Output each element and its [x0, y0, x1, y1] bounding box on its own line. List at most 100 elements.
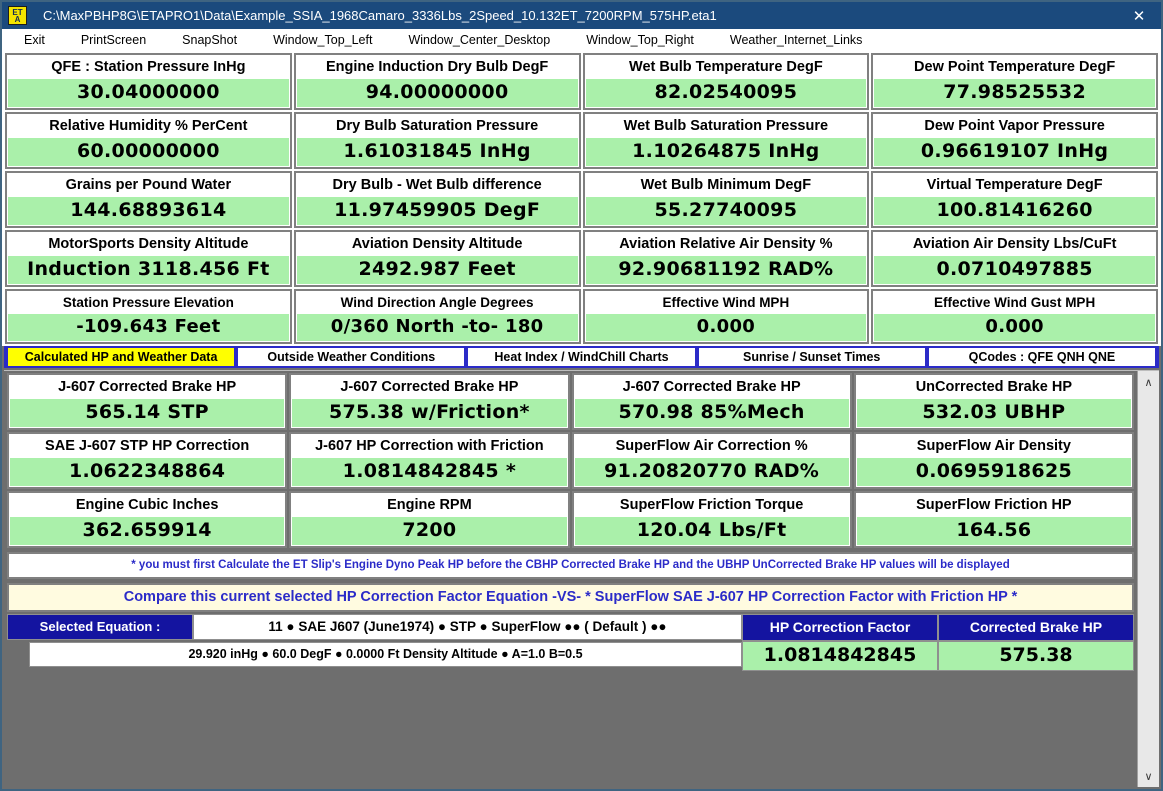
- field-virtual-temperature[interactable]: Virtual Temperature DegF 100.81416260: [871, 171, 1158, 228]
- field-label: SuperFlow Friction HP: [856, 494, 1131, 517]
- field-effective-wind-mph[interactable]: Effective Wind MPH 0.000: [582, 289, 870, 344]
- tab-qcodes[interactable]: QCodes : QFE QNH QNE: [928, 348, 1156, 366]
- weather-row-1: QFE : Station Pressure InHg 30.04000000 …: [4, 53, 1159, 112]
- field-superflow-air-correction[interactable]: SuperFlow Air Correction % 91.20820770 R…: [571, 432, 852, 489]
- field-value: -109.643 Feet: [8, 314, 289, 341]
- field-station-pressure-elevation[interactable]: Station Pressure Elevation -109.643 Feet: [5, 289, 292, 344]
- close-icon[interactable]: ✕: [1117, 2, 1161, 29]
- field-label: Aviation Air Density Lbs/CuFt: [874, 233, 1155, 256]
- field-label: Engine Cubic Inches: [10, 494, 285, 517]
- tab-sunrise-sunset-times[interactable]: Sunrise / Sunset Times: [698, 348, 925, 366]
- field-value: 91.20820770 RAD%: [574, 458, 849, 486]
- app-icon-line2: A: [14, 14, 21, 24]
- scroll-up-icon[interactable]: ∧: [1138, 371, 1159, 393]
- field-value: 30.04000000: [8, 79, 289, 107]
- weather-row-3: Grains per Pound Water 144.68893614 Dry …: [4, 171, 1159, 230]
- field-aviation-relative-air-density[interactable]: Aviation Relative Air Density % 92.90681…: [582, 230, 870, 287]
- field-aviation-density-altitude[interactable]: Aviation Density Altitude 2492.987 Feet: [293, 230, 581, 287]
- menu-item-exit[interactable]: Exit: [24, 33, 45, 47]
- equation-left: Selected Equation : 11 ● SAE J607 (June1…: [7, 614, 742, 671]
- menu-item-snapshot[interactable]: SnapShot: [182, 33, 237, 47]
- equation-area: Selected Equation : 11 ● SAE J607 (June1…: [7, 614, 1134, 671]
- field-label: SAE J-607 STP HP Correction: [10, 435, 285, 458]
- field-label: Wet Bulb Temperature DegF: [585, 56, 867, 79]
- field-value: 77.98525532: [874, 79, 1155, 107]
- field-value: Induction 3118.456 Ft: [8, 256, 289, 284]
- field-j607-corrected-brake-hp-stp[interactable]: J-607 Corrected Brake HP 565.14 STP: [7, 373, 288, 430]
- field-dew-point-vapor-pressure[interactable]: Dew Point Vapor Pressure 0.96619107 InHg: [871, 112, 1158, 169]
- field-wet-bulb-temperature[interactable]: Wet Bulb Temperature DegF 82.02540095: [582, 53, 870, 110]
- field-sae-j607-stp-hp-correction[interactable]: SAE J-607 STP HP Correction 1.0622348864: [7, 432, 288, 489]
- hp-results-panel: J-607 Corrected Brake HP 565.14 STP J-60…: [4, 371, 1137, 787]
- field-j607-corrected-brake-hp-friction[interactable]: J-607 Corrected Brake HP 575.38 w/Fricti…: [289, 373, 570, 430]
- field-value: 11.97459905 DegF: [296, 197, 578, 225]
- tab-strip: Calculated HP and Weather Data Outside W…: [4, 346, 1159, 368]
- menu-item-window-top-left[interactable]: Window_Top_Left: [273, 33, 372, 47]
- field-motorsports-density-altitude[interactable]: MotorSports Density Altitude Induction 3…: [5, 230, 292, 287]
- field-dry-bulb-wet-bulb-difference[interactable]: Dry Bulb - Wet Bulb difference 11.974599…: [293, 171, 581, 228]
- field-superflow-friction-torque[interactable]: SuperFlow Friction Torque 120.04 Lbs/Ft: [571, 491, 852, 548]
- vertical-scrollbar[interactable]: ∧ ∨: [1137, 371, 1159, 787]
- field-aviation-air-density[interactable]: Aviation Air Density Lbs/CuFt 0.07104978…: [871, 230, 1158, 287]
- field-wind-direction-angle[interactable]: Wind Direction Angle Degrees 0/360 North…: [293, 289, 581, 344]
- field-dew-point-temperature[interactable]: Dew Point Temperature DegF 77.98525532: [871, 53, 1158, 110]
- panel-empty-area: [6, 671, 1135, 787]
- field-engine-rpm[interactable]: Engine RPM 7200: [289, 491, 570, 548]
- selected-equation-value[interactable]: 11 ● SAE J607 (June1974) ● STP ● SuperFl…: [193, 614, 742, 640]
- field-value: 1.0814842845 *: [292, 458, 567, 486]
- field-value: 570.98 85%Mech: [574, 399, 849, 427]
- field-label: UnCorrected Brake HP: [856, 376, 1131, 399]
- field-value: 1.61031845 InHg: [296, 138, 578, 166]
- equation-top-row: Selected Equation : 11 ● SAE J607 (June1…: [7, 614, 742, 640]
- field-value: 92.90681192 RAD%: [585, 256, 867, 284]
- title-bar: ET A C:\MaxPBHP8G\ETAPRO1\Data\Example_S…: [2, 2, 1161, 29]
- field-label: J-607 HP Correction with Friction: [292, 435, 567, 458]
- application-window: ET A C:\MaxPBHP8G\ETAPRO1\Data\Example_S…: [0, 0, 1163, 791]
- field-label: J-607 Corrected Brake HP: [10, 376, 285, 399]
- field-wet-bulb-saturation-pressure[interactable]: Wet Bulb Saturation Pressure 1.10264875 …: [582, 112, 870, 169]
- selected-equation-label: Selected Equation :: [7, 614, 193, 640]
- field-wet-bulb-minimum[interactable]: Wet Bulb Minimum DegF 55.27740095: [582, 171, 870, 228]
- field-superflow-air-density[interactable]: SuperFlow Air Density 0.0695918625: [853, 432, 1134, 489]
- corrected-brake-hp-header: Corrected Brake HP: [938, 614, 1134, 641]
- field-dry-bulb-saturation-pressure[interactable]: Dry Bulb Saturation Pressure 1.61031845 …: [293, 112, 581, 169]
- menu-item-window-top-right[interactable]: Window_Top_Right: [586, 33, 694, 47]
- field-value: 94.00000000: [296, 79, 578, 107]
- field-value: 0/360 North -to- 180: [296, 314, 578, 341]
- field-value: 164.56: [856, 517, 1131, 545]
- equation-conditions: 29.920 inHg ● 60.0 DegF ● 0.0000 Ft Dens…: [29, 642, 742, 667]
- corrected-brake-hp-value: 575.38: [938, 641, 1134, 671]
- weather-row-4: MotorSports Density Altitude Induction 3…: [4, 230, 1159, 289]
- field-label: J-607 Corrected Brake HP: [574, 376, 849, 399]
- field-station-pressure[interactable]: QFE : Station Pressure InHg 30.04000000: [5, 53, 292, 110]
- scroll-down-icon[interactable]: ∨: [1138, 765, 1159, 787]
- field-uncorrected-brake-hp[interactable]: UnCorrected Brake HP 532.03 UBHP: [853, 373, 1134, 430]
- weather-row-5: Station Pressure Elevation -109.643 Feet…: [4, 289, 1159, 346]
- field-engine-induction-dry-bulb[interactable]: Engine Induction Dry Bulb DegF 94.000000…: [293, 53, 581, 110]
- lower-panel: J-607 Corrected Brake HP 565.14 STP J-60…: [4, 370, 1159, 787]
- menu-item-printscreen[interactable]: PrintScreen: [81, 33, 146, 47]
- field-label: SuperFlow Air Density: [856, 435, 1131, 458]
- field-label: Dew Point Vapor Pressure: [874, 115, 1155, 138]
- field-value: 0.000: [585, 314, 867, 341]
- field-value: 0.0695918625: [856, 458, 1131, 486]
- field-value: 575.38 w/Friction*: [292, 399, 567, 427]
- field-engine-cubic-inches[interactable]: Engine Cubic Inches 362.659914: [7, 491, 288, 548]
- tab-calculated-hp-and-weather-data[interactable]: Calculated HP and Weather Data: [8, 348, 235, 366]
- tab-heat-index-windchill-charts[interactable]: Heat Index / WindChill Charts: [468, 348, 695, 366]
- field-superflow-friction-hp[interactable]: SuperFlow Friction HP 164.56: [853, 491, 1134, 548]
- field-grains-per-pound-water[interactable]: Grains per Pound Water 144.68893614: [5, 171, 292, 228]
- equation-right-values: 1.0814842845 575.38: [742, 641, 1134, 671]
- field-value: 55.27740095: [585, 197, 867, 225]
- field-j607-corrected-brake-hp-mech[interactable]: J-607 Corrected Brake HP 570.98 85%Mech: [571, 373, 852, 430]
- menu-item-window-center-desktop[interactable]: Window_Center_Desktop: [408, 33, 550, 47]
- field-j607-hp-correction-with-friction[interactable]: J-607 HP Correction with Friction 1.0814…: [289, 432, 570, 489]
- tab-outside-weather-conditions[interactable]: Outside Weather Conditions: [238, 348, 465, 366]
- field-label: SuperFlow Air Correction %: [574, 435, 849, 458]
- scrollbar-track[interactable]: [1138, 393, 1159, 765]
- field-label: Dew Point Temperature DegF: [874, 56, 1155, 79]
- field-effective-wind-gust-mph[interactable]: Effective Wind Gust MPH 0.000: [871, 289, 1158, 344]
- field-relative-humidity[interactable]: Relative Humidity % PerCent 60.00000000: [5, 112, 292, 169]
- menu-bar: Exit PrintScreen SnapShot Window_Top_Lef…: [2, 29, 1161, 52]
- menu-item-weather-internet-links[interactable]: Weather_Internet_Links: [730, 33, 863, 47]
